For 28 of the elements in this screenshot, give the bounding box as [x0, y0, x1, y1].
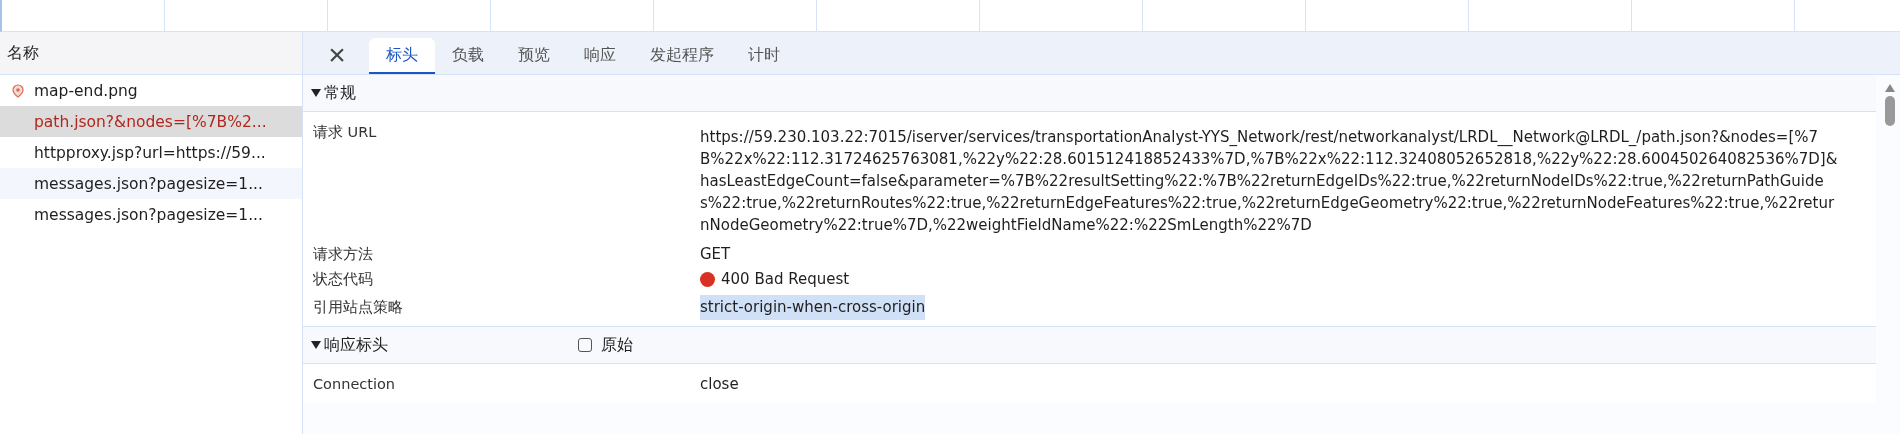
header-name: 请求方法 — [313, 245, 374, 264]
close-button[interactable]: × — [315, 36, 359, 74]
header-name: Connection — [313, 375, 397, 394]
tab[interactable]: 标头 — [369, 38, 435, 74]
caret-icon — [311, 89, 321, 97]
pin-icon — [12, 83, 24, 98]
header-name: 状态代码 — [313, 270, 374, 289]
header-value: https://59.230.103.22:7015/iserver/services/transportationAnalyst-YYS_Network/rest/networkanalyst/LRDL__Network@LRDL_/path.json?&nodes=[%7B%22x%22:112.31724625763081,%22y%22:28.601512418852433%7D,%7B%22x%22:112.32408052652818,%22y%22:28.600450264082536%7D]&hasLeastEdgeCount=false&parameter=%7B%22resultSetting%22:%7B%22returnEdgeIDs%22:true,%22returnNodeIDs%22:true,%22returnPathGuides%22:true,%22returnRoutes%22:true,%22returnEdgeFeatures%22:true,%22returnEdgeGeometry%22:true,%22returnNodeFeatures%22:true,%22returnNodeGeometry%22:true%7D,%22weightFieldName%22:%22SmLength%22%7D — [700, 127, 1839, 236]
request-row[interactable]: messages.json?pagesize=1... — [0, 168, 302, 199]
header-value: GET — [700, 244, 731, 265]
header-value: 400 Bad Request — [721, 269, 850, 290]
scrollbar[interactable] — [1884, 84, 1896, 126]
section-header[interactable]: 响应标头 — [311, 334, 578, 356]
header-name: 请求 URL — [313, 123, 378, 142]
tab[interactable]: 预览 — [501, 38, 567, 74]
scroll-up-icon[interactable] — [1885, 84, 1895, 92]
tab[interactable]: 发起程序 — [633, 38, 731, 74]
checkbox[interactable] — [578, 338, 592, 352]
header-value: strict-origin-when-cross-origin — [700, 295, 926, 320]
tab[interactable]: 响应 — [567, 38, 633, 74]
header-name: 引用站点策略 — [313, 298, 404, 317]
checkbox-label[interactable]: 原始 — [601, 334, 633, 356]
request-row[interactable]: path.json?&nodes=[%7B%2... — [0, 106, 302, 137]
column-header[interactable]: 名称 — [7, 42, 39, 64]
header-value: close — [700, 374, 739, 395]
tab[interactable]: 计时 — [731, 38, 797, 74]
tab[interactable]: 负载 — [435, 38, 501, 74]
caret-icon — [311, 341, 321, 349]
